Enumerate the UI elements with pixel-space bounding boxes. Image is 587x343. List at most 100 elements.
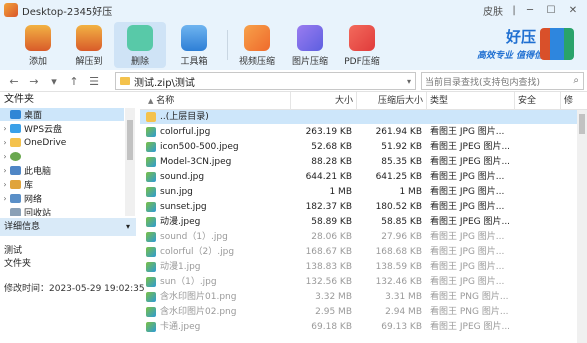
file-type: 看图王 PNG 图片... [430, 307, 509, 317]
extract-button[interactable]: 解压到 [63, 22, 115, 68]
file-row[interactable]: 动漫.jpeg 58.89 KB 58.85 KB 看图王 JPEG 图片... [140, 215, 577, 229]
tree-item-recycle-bin[interactable]: 回收站 [0, 206, 124, 216]
tree-item-label: 回收站 [24, 209, 52, 216]
file-packed-size: 1 MB [399, 187, 422, 197]
expand-arrow-icon[interactable]: › [0, 138, 10, 147]
user-icon [10, 152, 21, 161]
file-packed-size: 58.85 KB [381, 217, 422, 227]
column-name[interactable]: ▲ 名称 [140, 92, 290, 110]
tree-item-this-pc[interactable]: › 此电脑 [0, 164, 124, 177]
path-field[interactable]: 测试.zip\测试 ▾ [115, 72, 416, 90]
file-name: 含水印图片02.png [160, 307, 237, 317]
video-compress-button[interactable]: 视频压缩 [231, 22, 283, 68]
file-row[interactable]: icon500-500.jpeg 52.68 KB 51.92 KB 看图王 JPEG… [140, 140, 577, 154]
view-mode-icon[interactable]: ☰ [86, 73, 102, 89]
brand-box-icon [540, 28, 574, 60]
file-packed-size: 261.94 KB [375, 127, 422, 137]
tree-scroll-thumb[interactable] [127, 120, 133, 160]
tree-item-label: 网络 [24, 195, 43, 205]
file-type: 看图王 JPG 图片... [430, 232, 505, 242]
expand-arrow-icon[interactable]: › [0, 194, 10, 203]
tree-item-onedrive[interactable]: › OneDrive [0, 136, 124, 149]
tree-item-network[interactable]: › 网络 [0, 192, 124, 205]
file-row[interactable]: 含水印图片01.png 3.32 MB 3.31 MB 看图王 PNG 图片... [140, 290, 577, 304]
file-row[interactable]: Model-3CN.jpeg 88.28 KB 85.35 KB 看图王 JPEG 图… [140, 155, 577, 169]
collapse-caret-icon[interactable]: ▾ [126, 218, 130, 236]
column-size[interactable]: 大小 [290, 92, 356, 110]
file-type: 看图王 JPG 图片... [430, 262, 505, 272]
skin-button[interactable]: 皮肤 [478, 0, 508, 20]
file-name: sound（1）.jpg [160, 232, 228, 242]
details-name: 测试 [4, 246, 23, 256]
add-button[interactable]: 添加 [12, 22, 64, 68]
up-icon[interactable]: ↑ [66, 73, 82, 89]
forward-icon[interactable]: → [26, 73, 42, 89]
file-row[interactable]: colorful.jpg 263.19 KB 261.94 KB 看图王 JPG 图片… [140, 125, 577, 139]
dropdown-icon[interactable]: ▾ [46, 73, 62, 89]
file-type: 看图王 JPG 图片... [430, 187, 505, 197]
file-row[interactable]: sunset.jpg 182.37 KB 180.52 KB 看图王 JPG 图片..… [140, 200, 577, 214]
file-packed-size: 27.96 KB [381, 232, 422, 242]
details-type: 文件夹 [4, 259, 32, 269]
expand-arrow-icon[interactable]: › [0, 124, 10, 133]
back-icon[interactable]: ← [6, 73, 22, 89]
file-row[interactable]: 含水印图片02.png 2.95 MB 2.94 MB 看图王 PNG 图片... [140, 305, 577, 319]
delete-button[interactable]: 删除 [114, 22, 166, 68]
file-size: 168.67 KB [305, 247, 352, 257]
tree-item-desktop[interactable]: 桌面 [0, 108, 124, 121]
file-size: 138.83 KB [305, 262, 352, 272]
close-icon[interactable]: ✕ [562, 0, 584, 20]
image-file-icon [146, 232, 156, 242]
file-scroll-thumb[interactable] [579, 114, 585, 134]
column-packed[interactable]: 压缩后大小 [356, 92, 426, 110]
add-box-icon [25, 25, 51, 51]
expand-arrow-icon[interactable]: › [0, 152, 10, 161]
brand-logo: 好压 高效专业 值得信赖 [475, 26, 581, 66]
file-row[interactable]: sound（1）.jpg 28.06 KB 27.96 KB 看图王 JPG 图片..… [140, 230, 577, 244]
extract-box-icon [76, 25, 102, 51]
file-size: 1 MB [329, 187, 352, 197]
image-compress-button[interactable]: 图片压缩 [284, 22, 336, 68]
toolbox-button[interactable]: 工具箱 [168, 22, 220, 68]
file-type: 看图王 JPG 图片... [430, 172, 505, 182]
file-name: 动漫.jpeg [160, 217, 201, 227]
file-row[interactable]: sun（1）.jpg 132.56 KB 132.46 KB 看图王 JPG 图片..… [140, 275, 577, 289]
maximize-icon[interactable]: ☐ [540, 0, 562, 20]
folder-icon [120, 77, 130, 85]
file-list-scrollbar[interactable] [577, 110, 587, 343]
file-type: 看图王 JPEG 图片... [430, 217, 511, 227]
file-type: 看图王 JPEG 图片... [430, 322, 511, 332]
search-icon[interactable]: ⌕ [573, 75, 579, 86]
computer-icon [10, 166, 21, 175]
file-row[interactable]: sun.jpg 1 MB 1 MB 看图王 JPG 图片... [140, 185, 577, 199]
library-icon [10, 180, 21, 189]
tree-scrollbar[interactable] [125, 108, 135, 216]
tree-item-user[interactable]: › [0, 150, 124, 163]
tree-item-library[interactable]: › 库 [0, 178, 124, 191]
expand-arrow-icon[interactable]: › [0, 180, 10, 189]
pdf-compress-button[interactable]: PDF压缩 [336, 22, 388, 68]
image-file-icon [146, 247, 156, 257]
file-row[interactable]: ..(上层目录) [140, 110, 577, 124]
file-row[interactable]: 动漫1.jpg 138.83 KB 138.59 KB 看图王 JPG 图片... [140, 260, 577, 274]
file-row[interactable]: colorful（2）.jpg 168.67 KB 168.68 KB 看图王 JPG… [140, 245, 577, 259]
tree-item-wps-cloud[interactable]: › WPS云盘 [0, 122, 124, 135]
column-type[interactable]: 类型 [426, 92, 514, 110]
tree-item-label: 此电脑 [24, 167, 52, 177]
minimize-icon[interactable]: ─ [520, 0, 540, 20]
file-type: 看图王 JPG 图片... [430, 247, 505, 257]
expand-arrow-icon[interactable]: › [0, 166, 10, 175]
file-row[interactable]: sound.jpg 644.21 KB 641.25 KB 看图王 JPG 图片... [140, 170, 577, 184]
file-name: 卡通.jpeg [160, 322, 201, 332]
file-row[interactable]: 卡通.jpeg 69.18 KB 69.13 KB 看图王 JPEG 图片... [140, 320, 577, 334]
image-compress-label: 图片压缩 [291, 57, 328, 67]
column-modified[interactable]: 修 [560, 92, 587, 110]
cloud-icon [10, 124, 21, 133]
column-security[interactable]: 安全 [514, 92, 560, 110]
column-name-label: 名称 [156, 96, 175, 106]
details-panel-header[interactable]: 详细信息 ▾ [0, 218, 136, 236]
search-input[interactable]: 当前目录查找(支持包内查找) ⌕ [421, 72, 584, 90]
path-dropdown-icon[interactable]: ▾ [407, 77, 411, 86]
file-size: 644.21 KB [305, 172, 352, 182]
file-name: colorful（2）.jpg [160, 247, 235, 257]
